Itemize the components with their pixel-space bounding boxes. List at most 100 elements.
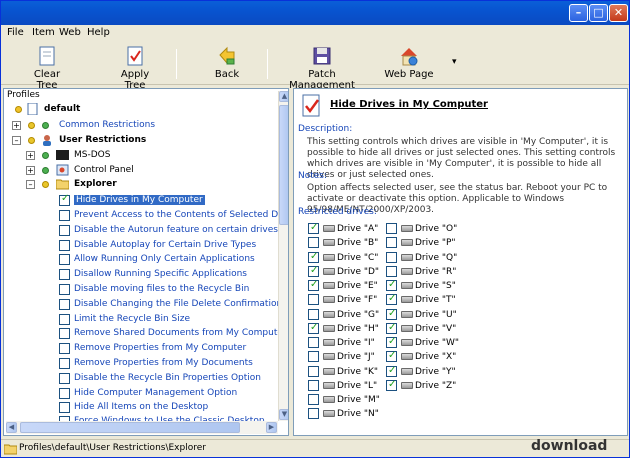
scroll-thumb[interactable] <box>279 105 288 225</box>
policy-checkbox[interactable] <box>59 254 70 265</box>
expand-toggle[interactable]: + <box>12 121 21 130</box>
drive-checkbox[interactable] <box>308 294 319 306</box>
policy-checkbox[interactable] <box>59 269 70 280</box>
drive-checkbox[interactable] <box>308 278 319 292</box>
tree-item-limit-recycle[interactable]: Limit the Recycle Bin Size <box>74 312 190 327</box>
drive-checkbox[interactable] <box>386 251 397 263</box>
tree-item-ms-dos[interactable]: MS-DOS <box>74 148 110 163</box>
policy-checkbox[interactable] <box>59 328 70 339</box>
tree-item-hide-computer-mgmt[interactable]: Hide Computer Management Option <box>74 386 237 401</box>
drive-label: Drive "O" <box>415 224 458 234</box>
title-bar[interactable]: – □ ✕ <box>1 1 629 25</box>
collapse-toggle[interactable]: – <box>12 136 21 145</box>
policy-checkbox[interactable] <box>59 402 70 413</box>
policy-checkbox[interactable] <box>59 210 70 221</box>
tree-vertical-scrollbar[interactable]: ▲ ▼ <box>278 91 288 421</box>
drive-checkbox[interactable] <box>386 364 397 378</box>
policy-checkbox[interactable] <box>59 373 70 384</box>
drive-checkbox[interactable] <box>308 394 319 405</box>
clear-tree-button[interactable]: Clear Tree <box>23 45 71 91</box>
policy-checkbox[interactable] <box>59 193 70 206</box>
tree-item-common-restrictions[interactable]: Common Restrictions <box>59 118 155 133</box>
drive-checkbox[interactable] <box>386 292 397 306</box>
drive-checkbox[interactable] <box>386 307 397 321</box>
drive-checkbox[interactable] <box>386 278 397 292</box>
expand-toggle[interactable]: + <box>26 151 35 160</box>
tree-item-disable-moving[interactable]: Disable moving files to the Recycle Bin <box>74 282 249 297</box>
drive-checkbox[interactable] <box>308 308 319 320</box>
tree-item-prevent-access[interactable]: Prevent Access to the Contents of Select… <box>74 208 288 223</box>
drive-checkbox[interactable] <box>386 349 397 363</box>
drive-checkbox[interactable] <box>308 337 319 348</box>
tree-item-remove-shared[interactable]: Remove Shared Documents from My Computer <box>74 326 287 341</box>
tree-item-disable-changing[interactable]: Disable Changing the File Delete Confirm… <box>74 297 282 312</box>
drive-label: Drive "L" <box>337 380 378 391</box>
maximize-button[interactable]: □ <box>589 4 608 22</box>
tree-item-control-panel[interactable]: Control Panel <box>74 163 134 178</box>
web-page-dropdown[interactable]: ▾ <box>452 57 457 67</box>
policy-checkbox[interactable] <box>59 284 70 295</box>
drive-checkbox[interactable] <box>386 265 397 277</box>
drive-checkbox[interactable] <box>308 221 319 235</box>
menu-help[interactable]: Help <box>87 27 110 38</box>
drive-label: Drive "M" <box>337 395 380 405</box>
tree-item-disable-recycle-props[interactable]: Disable the Recycle Bin Properties Optio… <box>74 371 261 386</box>
scroll-down-arrow-icon[interactable]: ▼ <box>279 409 288 420</box>
hard-drive-icon <box>401 296 413 304</box>
menu-file[interactable]: File <box>7 27 24 38</box>
patch-management-button[interactable]: Patch Management <box>279 45 365 91</box>
close-button[interactable]: ✕ <box>609 4 628 22</box>
tree-item-default[interactable]: default <box>44 102 80 117</box>
drive-checkbox[interactable] <box>386 335 397 349</box>
tree-item-allow-running[interactable]: Allow Running Only Certain Applications <box>74 252 255 267</box>
apply-document-icon <box>124 45 146 67</box>
drive-checkbox[interactable] <box>386 223 397 234</box>
policy-checkbox[interactable] <box>59 358 70 369</box>
tree-item-disable-autorun[interactable]: Disable the Autorun feature on certain d… <box>74 223 278 238</box>
drive-checkbox[interactable] <box>308 365 319 377</box>
drive-checkbox[interactable] <box>308 250 319 264</box>
drive-checkbox[interactable] <box>386 237 397 249</box>
tree-item-hide-desktop-items[interactable]: Hide All Items on the Desktop <box>74 400 208 415</box>
menu-item[interactable]: Item <box>32 27 55 38</box>
expand-toggle[interactable]: + <box>26 166 35 175</box>
tree-item-remove-props-computer[interactable]: Remove Properties from My Computer <box>74 341 246 356</box>
horizontal-scroll-thumb[interactable] <box>20 422 240 433</box>
drive-checkbox[interactable] <box>308 321 319 335</box>
scroll-right-arrow-icon[interactable]: ▶ <box>266 422 277 433</box>
drive-checkbox[interactable] <box>308 264 319 278</box>
policy-checkbox[interactable] <box>59 299 70 310</box>
drive-checkbox[interactable] <box>386 378 397 392</box>
tree-item-explorer[interactable]: Explorer <box>74 177 117 192</box>
app-window: – □ ✕ File Item Web Help Clear Tree Appl… <box>0 0 630 458</box>
scroll-up-arrow-icon[interactable]: ▲ <box>279 91 288 102</box>
tree-item-remove-props-documents[interactable]: Remove Properties from My Documents <box>74 356 253 371</box>
drive-checkbox[interactable] <box>308 379 319 391</box>
tree-item-disallow-running[interactable]: Disallow Running Specific Applications <box>74 267 247 282</box>
hard-drive-icon <box>323 324 335 332</box>
menu-web[interactable]: Web <box>59 27 81 38</box>
minimize-button[interactable]: – <box>569 4 588 22</box>
drive-checkbox[interactable] <box>308 408 319 420</box>
policy-checkbox[interactable] <box>59 388 70 399</box>
tree-item-hide-drives[interactable]: Hide Drives in My Computer <box>74 193 205 208</box>
drive-label: Drive "D" <box>337 266 380 277</box>
hard-drive-icon <box>401 339 413 346</box>
web-page-button[interactable]: Web Page <box>383 45 435 80</box>
policy-checkbox[interactable] <box>59 314 70 325</box>
drive-checkbox[interactable] <box>386 321 397 335</box>
policy-checkbox[interactable] <box>59 240 70 251</box>
tree-horizontal-scrollbar[interactable]: ◀ ▶ <box>6 421 278 434</box>
apply-tree-button[interactable]: Apply Tree <box>109 45 161 91</box>
status-dot-icon <box>42 152 49 159</box>
close-icon: ✕ <box>613 6 624 19</box>
tree-item-user-restrictions[interactable]: User Restrictions <box>59 133 146 148</box>
collapse-toggle[interactable]: – <box>26 180 35 189</box>
policy-checkbox[interactable] <box>59 343 70 354</box>
policy-checkbox[interactable] <box>59 225 70 236</box>
scroll-left-arrow-icon[interactable]: ◀ <box>6 422 17 433</box>
drive-checkbox[interactable] <box>308 237 319 249</box>
back-button[interactable]: Back <box>209 45 245 80</box>
tree-item-disable-autoplay[interactable]: Disable Autoplay for Certain Drive Types <box>74 238 256 253</box>
drive-checkbox[interactable] <box>308 351 319 363</box>
